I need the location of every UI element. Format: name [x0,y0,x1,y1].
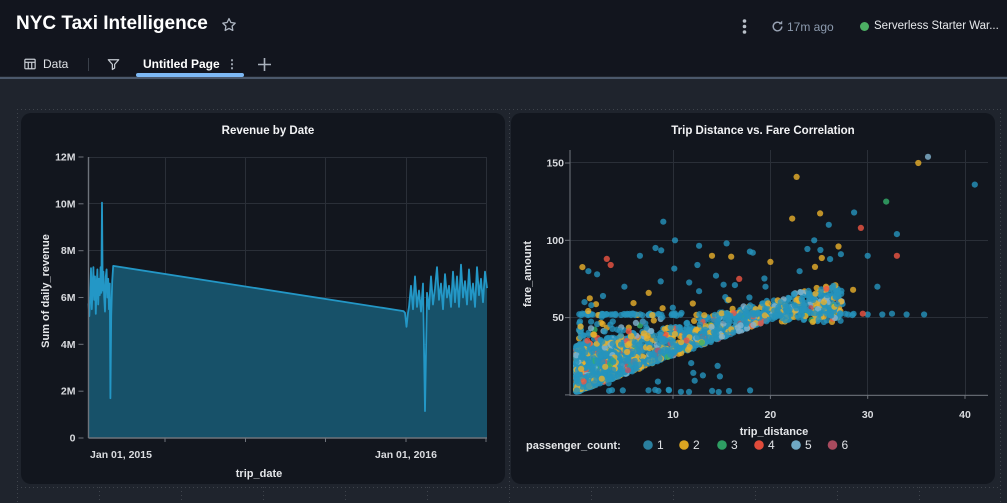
svg-text:1: 1 [657,438,664,452]
svg-text:trip_date: trip_date [236,468,282,480]
svg-text:40: 40 [959,409,971,421]
svg-text:Sum of daily_revenue: Sum of daily_revenue [40,234,52,348]
svg-text:3: 3 [731,438,738,452]
svg-text:2: 2 [693,438,700,452]
svg-text:10: 10 [667,409,679,421]
svg-text:30: 30 [862,409,874,421]
svg-text:5: 5 [805,438,812,452]
svg-text:12M: 12M [55,152,76,164]
svg-text:10M: 10M [55,198,76,210]
svg-text:fare_amount: fare_amount [522,241,534,307]
svg-text:20: 20 [765,409,777,421]
svg-text:Revenue by Date: Revenue by Date [222,125,315,137]
svg-text:150: 150 [546,158,564,170]
svg-text:passenger_count:: passenger_count: [526,440,621,452]
svg-text:Jan 01, 2016: Jan 01, 2016 [375,449,437,461]
svg-text:0: 0 [70,433,76,445]
svg-text:6M: 6M [61,292,76,304]
svg-text:4M: 4M [61,339,76,351]
svg-text:trip_distance: trip_distance [740,426,808,438]
svg-text:6: 6 [842,438,849,452]
svg-text:8M: 8M [61,245,76,257]
svg-text:2M: 2M [61,386,76,398]
svg-text:100: 100 [546,235,564,247]
svg-text:4: 4 [768,438,775,452]
svg-text:Jan 01, 2015: Jan 01, 2015 [90,449,152,461]
svg-text:Trip Distance vs. Fare Correla: Trip Distance vs. Fare Correlation [671,125,854,137]
svg-text:50: 50 [552,312,564,324]
